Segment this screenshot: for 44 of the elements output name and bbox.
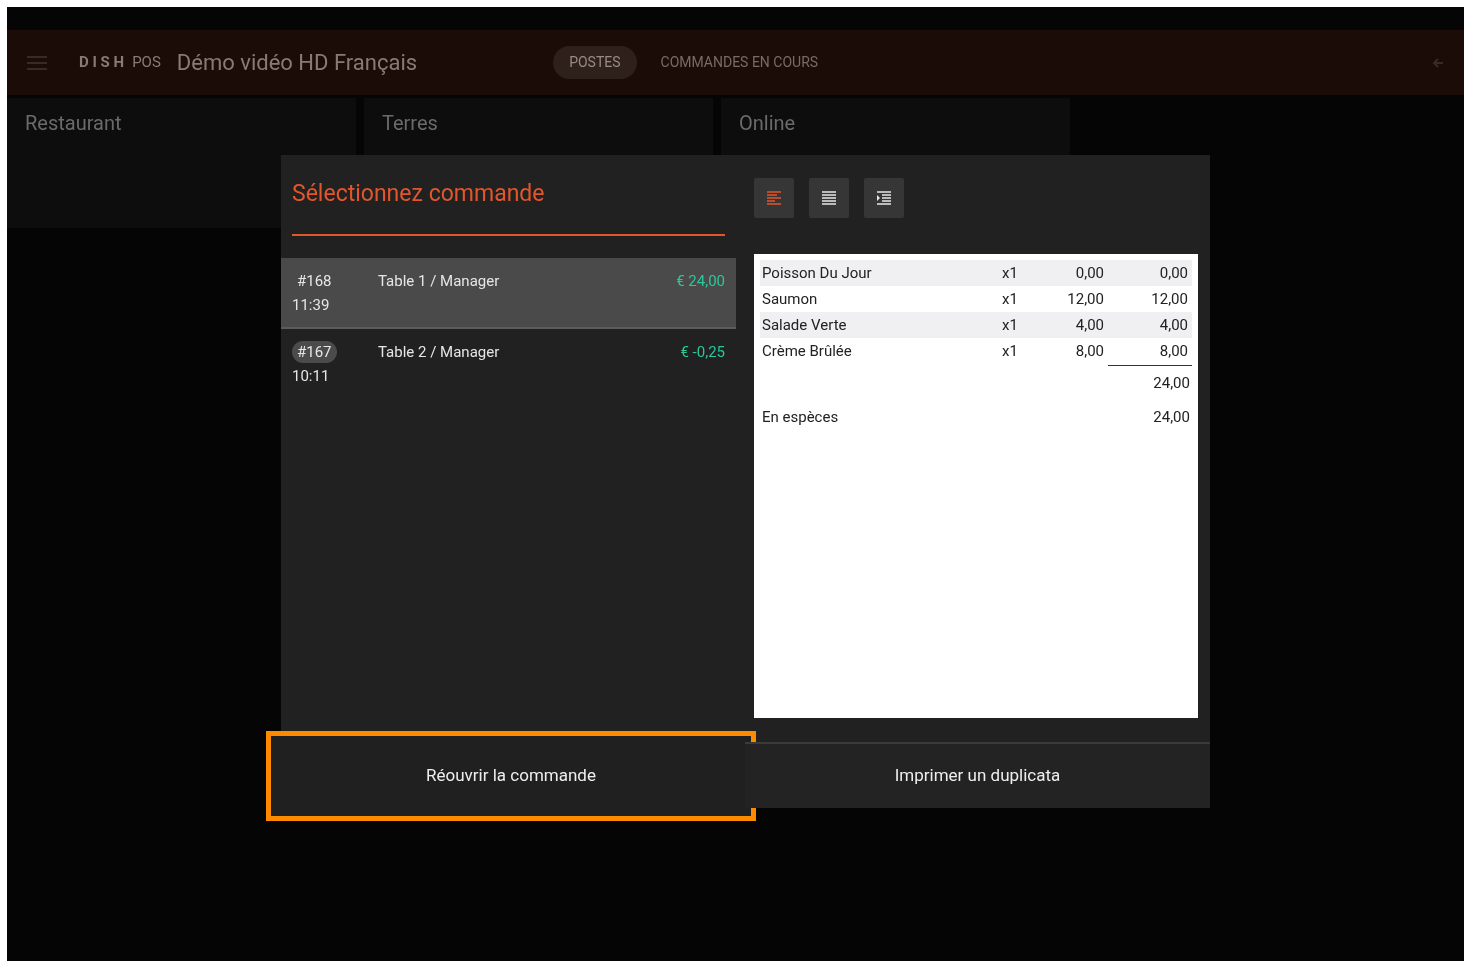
align-icon	[877, 191, 891, 205]
payment-method: En espèces	[762, 406, 839, 428]
receipt-total: 24,00	[1153, 372, 1190, 394]
item-total: 0,00	[1158, 262, 1188, 284]
item-price: 0,00	[1074, 262, 1104, 284]
item-name: Crème Brûlée	[762, 340, 853, 362]
order-number: #167	[292, 340, 337, 363]
item-name: Saumon	[762, 288, 819, 310]
tab[interactable]: POSTES	[553, 46, 637, 79]
item-name: Salade Verte	[762, 314, 848, 336]
logo-text: POS	[132, 52, 161, 74]
order-row[interactable]: #167 10:11 Table 2 / Manager € -0,25	[281, 328, 736, 400]
item-quantity: x1	[1002, 262, 1019, 284]
item-total: 4,00	[1158, 314, 1188, 336]
logo: D I S H	[79, 52, 125, 74]
order-table: Table 1 / Manager	[378, 269, 677, 327]
order-row[interactable]: #168 11:39 Table 1 / Manager € 24,00	[281, 257, 736, 329]
arrow-icon[interactable]	[1432, 56, 1444, 69]
align-button[interactable]	[864, 178, 904, 218]
align-icon	[822, 191, 836, 205]
order-amount: € 24,00	[676, 270, 725, 290]
order-time: 10:11	[292, 366, 330, 387]
action-button[interactable]: Réouvrir la commande	[266, 731, 756, 821]
order-number: #168	[296, 270, 333, 292]
item-price: 12,00	[1066, 288, 1104, 310]
align-icon	[767, 191, 781, 205]
item-total: 8,00	[1158, 340, 1188, 362]
dialog-title: Sélectionnez commande	[292, 177, 725, 236]
menu-icon[interactable]	[27, 55, 47, 70]
order-time: 11:39	[292, 295, 330, 316]
item-price: 8,00	[1074, 340, 1104, 362]
item-total: 12,00	[1150, 288, 1188, 310]
item-quantity: x1	[1002, 314, 1019, 336]
order-amount: € -0,25	[680, 341, 725, 361]
align-button[interactable]	[809, 178, 849, 218]
payment-amount: 24,00	[1153, 406, 1190, 428]
app-title: Démo vidéo HD Français	[176, 49, 418, 77]
item-quantity: x1	[1002, 340, 1019, 362]
item-name: Poisson Du Jour	[762, 262, 873, 284]
order-table: Table 2 / Manager	[378, 340, 681, 400]
tab[interactable]: COMMANDES EN COURS	[660, 52, 819, 73]
action-button[interactable]: Imprimer un duplicata	[745, 742, 1210, 808]
item-price: 4,00	[1074, 314, 1104, 336]
item-quantity: x1	[1002, 288, 1019, 310]
